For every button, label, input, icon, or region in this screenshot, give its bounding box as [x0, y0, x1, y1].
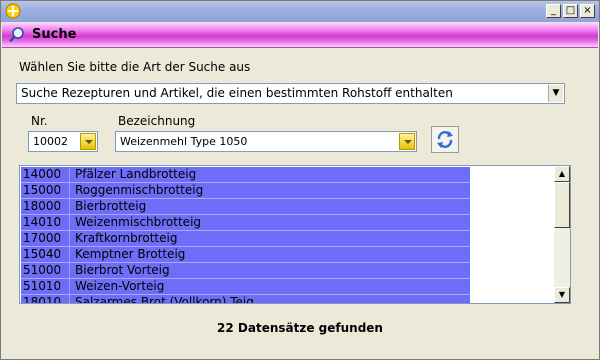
- result-count-status: 22 Datensätze gefunden: [217, 321, 383, 335]
- item-name: Bierbrot Vorteig: [75, 263, 170, 277]
- nr-combobox[interactable]: 10002: [28, 131, 98, 152]
- dropdown-arrow-icon[interactable]: [399, 133, 415, 150]
- item-name: Weizen-Vorteig: [75, 279, 165, 293]
- scroll-down-icon[interactable]: ▼: [554, 287, 570, 303]
- nr-value: 10002: [33, 135, 68, 148]
- list-item[interactable]: 15000 Roggenmischbrotteig: [21, 183, 470, 198]
- bezeichnung-combobox[interactable]: Weizenmehl Type 1050: [115, 131, 417, 152]
- list-item[interactable]: 17000 Kraftkornbrotteig: [21, 231, 470, 246]
- item-name: Bierbrotteig: [75, 199, 147, 213]
- list-item[interactable]: 18010 Salzarmes Brot (Vollkorn) Teig: [21, 295, 470, 304]
- list-item[interactable]: 14010 Weizenmischbrotteig: [21, 215, 470, 230]
- item-nr: 18010: [23, 295, 70, 303]
- item-nr: 15040: [23, 247, 70, 262]
- search-type-value: Suche Rezepturen und Artikel, die einen …: [21, 86, 453, 100]
- item-nr: 18000: [23, 199, 70, 214]
- item-nr: 51000: [23, 263, 70, 278]
- search-type-select[interactable]: Suche Rezepturen und Artikel, die einen …: [16, 83, 565, 104]
- list-item[interactable]: 14000 Pfälzer Landbrotteig: [21, 167, 470, 182]
- item-name: Roggenmischbrotteig: [75, 183, 204, 197]
- item-name: Salzarmes Brot (Vollkorn) Teig: [75, 295, 254, 304]
- dialog-title: Suche: [32, 27, 77, 42]
- refresh-icon: [437, 131, 453, 148]
- nr-label: Nr.: [31, 114, 48, 128]
- results-list[interactable]: 14000 Pfälzer Landbrotteig 15000 Roggenm…: [19, 165, 571, 304]
- list-item[interactable]: 15040 Kemptner Brotteig: [21, 247, 470, 262]
- title-bar[interactable]: _ □ ×: [1, 1, 599, 22]
- close-button[interactable]: ×: [580, 4, 595, 18]
- item-name: Kemptner Brotteig: [75, 247, 186, 261]
- minimize-button[interactable]: _: [546, 4, 561, 18]
- item-name: Kraftkornbrotteig: [75, 231, 178, 245]
- refresh-button[interactable]: [431, 126, 459, 153]
- item-nr: 14010: [23, 215, 70, 230]
- search-type-prompt: Wählen Sie bitte die Art der Suche aus: [19, 60, 251, 74]
- item-nr: 17000: [23, 231, 70, 246]
- item-name: Weizenmischbrotteig: [75, 215, 202, 229]
- chevron-down-icon[interactable]: ▼: [548, 85, 563, 102]
- item-nr: 51010: [23, 279, 70, 294]
- list-item[interactable]: 18000 Bierbrotteig: [21, 199, 470, 214]
- app-icon: [5, 3, 21, 19]
- search-window: _ □ × Suche Wählen Sie bitte die Art der…: [0, 0, 600, 360]
- scroll-up-icon[interactable]: ▲: [554, 166, 570, 182]
- list-item[interactable]: 51000 Bierbrot Vorteig: [21, 263, 470, 278]
- list-item[interactable]: 51010 Weizen-Vorteig: [21, 279, 470, 294]
- dialog-header: Suche: [2, 23, 598, 48]
- bezeichnung-value: Weizenmehl Type 1050: [120, 135, 248, 148]
- vertical-scrollbar[interactable]: ▲ ▼: [554, 166, 570, 303]
- item-nr: 14000: [23, 167, 70, 182]
- scroll-thumb[interactable]: [554, 182, 570, 228]
- search-magnifier-icon: [9, 27, 24, 43]
- item-nr: 15000: [23, 183, 70, 198]
- item-name: Pfälzer Landbrotteig: [75, 167, 197, 181]
- maximize-button[interactable]: □: [563, 4, 578, 18]
- dropdown-arrow-icon[interactable]: [80, 133, 96, 150]
- bezeichnung-label: Bezeichnung: [118, 114, 196, 128]
